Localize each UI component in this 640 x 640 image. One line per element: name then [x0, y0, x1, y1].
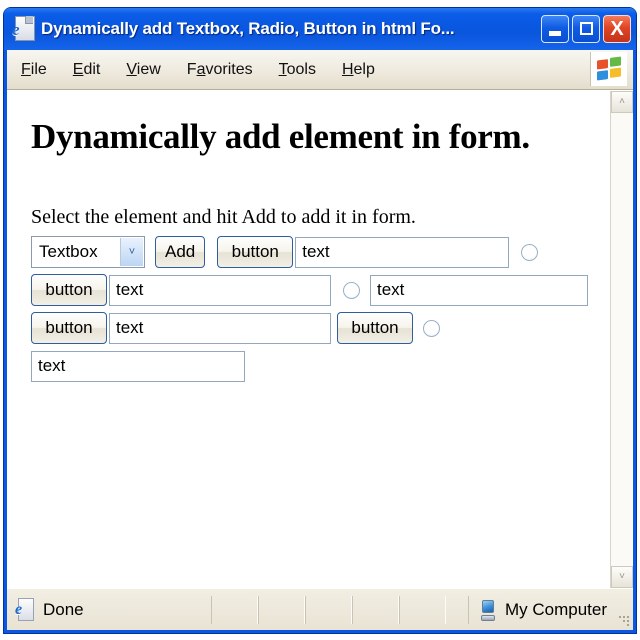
form-row: text: [31, 349, 610, 383]
status-text: Done: [43, 599, 84, 619]
scroll-down-icon[interactable]: ˅: [611, 566, 633, 588]
generated-button[interactable]: button: [337, 312, 413, 344]
resize-grip[interactable]: [615, 612, 629, 626]
maximize-button[interactable]: [572, 15, 600, 43]
close-button[interactable]: X: [603, 15, 631, 43]
ie-document-icon: e: [12, 16, 35, 42]
menu-item-favorites[interactable]: Favorites: [187, 61, 253, 79]
form-row: button text button: [31, 311, 610, 345]
generated-button[interactable]: button: [217, 236, 294, 268]
menu-bar: File Edit View Favorites Tools Help: [7, 50, 633, 90]
menu-item-tools[interactable]: Tools: [279, 61, 316, 79]
title-bar[interactable]: e Dynamically add Textbox, Radio, Button…: [4, 8, 636, 50]
ie-page-icon: e: [15, 597, 35, 622]
status-separator: [258, 595, 305, 624]
form-row: button text text: [31, 273, 610, 307]
status-separators: [211, 595, 446, 624]
generated-textbox[interactable]: text: [370, 274, 588, 306]
minimize-icon: [549, 31, 561, 36]
browser-window: e Dynamically add Textbox, Radio, Button…: [4, 8, 636, 633]
security-zone-panel[interactable]: My Computer: [467, 595, 633, 624]
close-icon: X: [610, 18, 624, 40]
generated-radio[interactable]: [521, 243, 539, 261]
dynamic-form: Textbox ˅ Add button text button text te…: [31, 235, 610, 383]
element-type-select[interactable]: Textbox ˅: [31, 236, 145, 268]
generated-textbox[interactable]: text: [31, 350, 245, 382]
scrollbar-track[interactable]: [611, 113, 633, 566]
maximize-icon: [580, 22, 593, 35]
add-button[interactable]: Add: [155, 236, 206, 268]
form-row: Textbox ˅ Add button text: [31, 235, 610, 269]
security-zone-text: My Computer: [504, 599, 607, 619]
generated-button[interactable]: button: [31, 274, 107, 306]
status-separator: [305, 595, 352, 624]
status-panel: e Done: [15, 597, 211, 622]
status-separator: [352, 595, 399, 624]
content-area: Dynamically add element in form. Select …: [7, 90, 633, 588]
menu-item-help[interactable]: Help: [342, 61, 375, 79]
menu-item-view[interactable]: View: [126, 61, 160, 79]
status-separator: [211, 595, 258, 624]
minimize-button[interactable]: [541, 15, 569, 43]
my-computer-icon: [479, 599, 497, 621]
element-type-select-value: Textbox: [39, 242, 98, 261]
chevron-down-icon[interactable]: ˅: [120, 238, 143, 266]
window-title: Dynamically add Textbox, Radio, Button i…: [41, 19, 455, 38]
page-title: Dynamically add element in form.: [31, 117, 530, 156]
generated-textbox[interactable]: text: [109, 274, 331, 306]
menu-item-file[interactable]: File: [21, 61, 47, 79]
window-controls: X: [541, 15, 631, 43]
menu-item-edit[interactable]: Edit: [73, 61, 101, 79]
instructions-text: Select the element and hit Add to add it…: [31, 206, 416, 228]
generated-textbox[interactable]: text: [109, 312, 331, 344]
windows-flag-icon: [590, 52, 627, 86]
vertical-scrollbar[interactable]: ˄ ˅: [610, 91, 633, 588]
status-separator: [399, 595, 446, 624]
status-bar: e Done My Computer: [7, 588, 633, 630]
scroll-up-icon[interactable]: ˄: [611, 91, 633, 113]
generated-radio[interactable]: [343, 281, 360, 299]
web-page: Dynamically add element in form. Select …: [7, 91, 610, 588]
generated-radio[interactable]: [423, 319, 440, 337]
generated-button[interactable]: button: [31, 312, 107, 344]
generated-textbox[interactable]: text: [295, 236, 510, 268]
